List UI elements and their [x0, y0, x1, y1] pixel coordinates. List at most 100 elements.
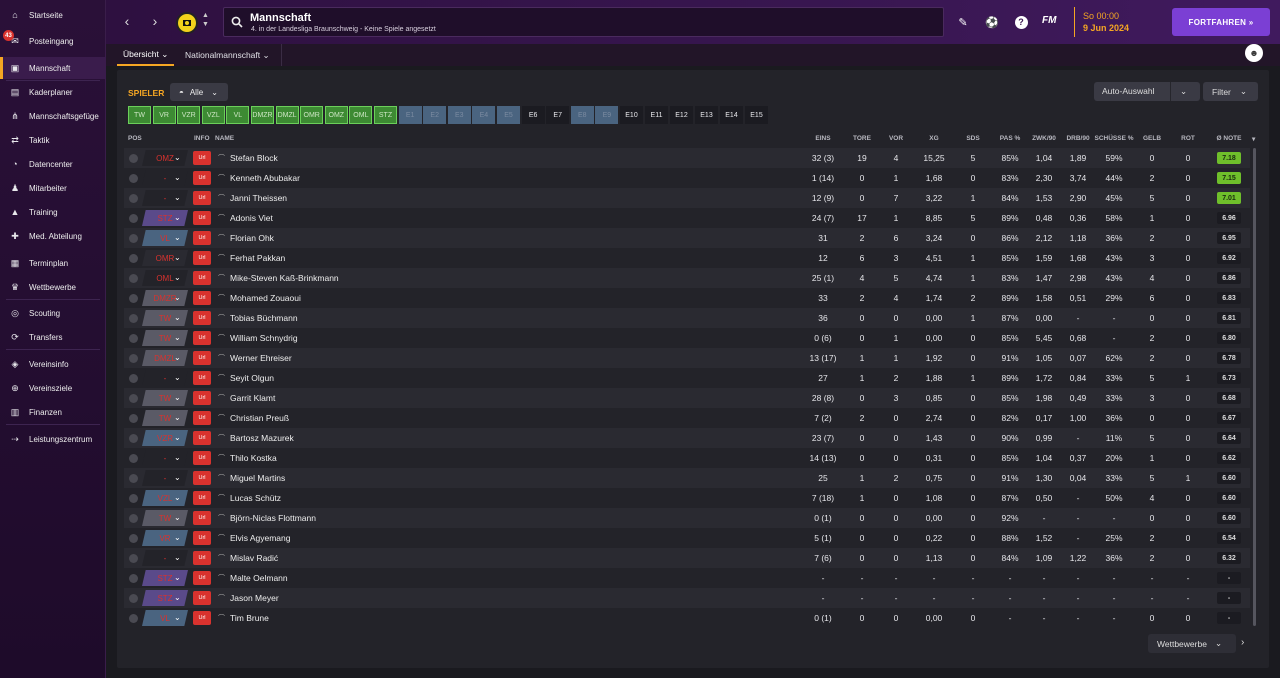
table-row[interactable]: - ⌄ Url ⌒ Miguel Martins 25 1 2 0,75 0 91% 1,30 0,04… — [124, 468, 1250, 488]
select-checkbox[interactable] — [129, 614, 138, 623]
chevron-down-icon[interactable]: ⌄ — [174, 213, 181, 222]
chevron-down-icon[interactable]: ⌄ — [174, 433, 181, 442]
col-tore[interactable]: TORE — [853, 135, 871, 142]
col-pas[interactable]: PAS % — [1000, 135, 1020, 142]
position-button-e5[interactable]: E5 — [497, 106, 520, 124]
position-button-e11[interactable]: E11 — [645, 106, 668, 124]
position-button-omr[interactable]: OMR — [300, 106, 324, 124]
col-note[interactable]: Ø NOTE — [1217, 135, 1242, 142]
chevron-down-icon[interactable]: ⌄ — [174, 193, 181, 202]
filter-dropdown[interactable]: Filter ⌄ — [1203, 82, 1258, 101]
player-name[interactable]: Tobias Büchmann — [230, 313, 298, 323]
col-pos[interactable]: POS — [128, 135, 142, 142]
chevron-down-icon[interactable]: ⌄ — [174, 233, 181, 242]
col-info[interactable]: INFO — [194, 135, 210, 142]
position-button-vr[interactable]: VR — [152, 106, 176, 124]
position-selector-cell[interactable]: TW — [142, 410, 188, 426]
select-checkbox[interactable] — [129, 194, 138, 203]
position-selector-cell[interactable]: - — [142, 450, 188, 466]
sidebar-item-transfers[interactable]: ⟳ Transfers — [0, 326, 106, 348]
position-selector-cell[interactable]: STZ — [142, 590, 188, 606]
select-checkbox[interactable] — [129, 534, 138, 543]
club-switch-icon[interactable]: ▲ ▼ — [202, 11, 209, 29]
chevron-down-icon[interactable]: ⌄ — [174, 613, 181, 622]
sidebar-item-finanzen[interactable]: ▥ Finanzen — [0, 401, 106, 423]
col-rot[interactable]: ROT — [1181, 135, 1195, 142]
col-xg[interactable]: XG — [929, 135, 938, 142]
table-row[interactable]: STZ ⌄ Url ⌒ Malte Oelmann - - - - - - - - - - - - — [124, 568, 1250, 588]
sidebar-item-kaderplaner[interactable]: ▤ Kaderplaner — [0, 81, 106, 103]
player-name[interactable]: Malte Oelmann — [230, 573, 288, 583]
table-row[interactable]: DMZR ⌄ Url ⌒ Mohamed Zouaoui 33 2 4 1,74 2 89% 1,58… — [124, 288, 1250, 308]
sidebar-item-scouting[interactable]: ◎ Scouting — [0, 302, 106, 324]
table-row[interactable]: OMZ ⌄ Url ⌒ Stefan Block 32 (3) 19 4 15,25 5 85% 1,… — [124, 148, 1250, 168]
chevron-down-icon[interactable]: ⌄ — [174, 393, 181, 402]
player-name[interactable]: Janni Theissen — [230, 193, 287, 203]
player-name[interactable]: Stefan Block — [230, 153, 278, 163]
player-name[interactable]: Björn-Niclas Flottmann — [230, 513, 316, 523]
sidebar-item-mannschaft[interactable]: ▣ Mannschaft — [0, 57, 106, 79]
tab-nationalmannschaft[interactable]: Nationalmannschaft ⌄ — [185, 44, 270, 66]
auto-select-button[interactable]: Auto-Auswahl ⌄ — [1094, 82, 1200, 101]
position-selector-cell[interactable]: TW — [142, 390, 188, 406]
player-name[interactable]: Tim Brune — [230, 613, 269, 623]
chevron-down-icon[interactable]: ⌄ — [174, 573, 181, 582]
select-checkbox[interactable] — [129, 434, 138, 443]
table-row[interactable]: - ⌄ Url ⌒ Kenneth Abubakar 1 (14) 0 1 1,68 0 83% 2,… — [124, 168, 1250, 188]
chevron-down-icon[interactable]: ⌄ — [174, 453, 181, 462]
chevron-down-icon[interactable]: ⌄ — [174, 173, 181, 182]
chevron-down-icon[interactable]: ⌄ — [174, 493, 181, 502]
player-name[interactable]: Ferhat Pakkan — [230, 253, 285, 263]
position-selector-cell[interactable]: VL — [142, 610, 188, 626]
position-button-e6[interactable]: E6 — [521, 106, 545, 124]
player-name[interactable]: Florian Ohk — [230, 233, 274, 243]
avatar[interactable]: ☻ — [1245, 44, 1263, 62]
position-button-omz[interactable]: OMZ — [324, 106, 348, 124]
table-row[interactable]: VL ⌄ Url ⌒ Tim Brune 0 (1) 0 0 0,00 0 - - - - 0 0 - — [124, 608, 1250, 628]
select-checkbox[interactable] — [129, 314, 138, 323]
player-name[interactable]: Kenneth Abubakar — [230, 173, 300, 183]
sidebar-item-wettbewerbe[interactable]: ♛ Wettbewerbe — [0, 276, 106, 298]
sidebar-item-vereinsziele[interactable]: ⊕ Vereinsziele — [0, 377, 106, 399]
col-vor[interactable]: VOR — [889, 135, 903, 142]
player-name[interactable]: Garrit Klamt — [230, 393, 275, 403]
select-checkbox[interactable] — [129, 474, 138, 483]
chevron-down-icon[interactable]: ⌄ — [174, 553, 181, 562]
select-checkbox[interactable] — [129, 514, 138, 523]
sidebar-item-taktik[interactable]: ⇄ Taktik — [0, 129, 106, 151]
position-button-e12[interactable]: E12 — [670, 106, 693, 124]
table-row[interactable]: TW ⌄ Url ⌒ Garrit Klamt 28 (8) 0 3 0,85 0 85% 1,98 0… — [124, 388, 1250, 408]
position-button-vzl[interactable]: VZL — [201, 106, 225, 124]
position-button-dmzr[interactable]: DMZR — [251, 106, 274, 124]
chevron-down-icon[interactable]: ⌄ — [174, 153, 181, 162]
chevron-down-icon[interactable]: ⌄ — [174, 473, 181, 482]
select-checkbox[interactable] — [129, 174, 138, 183]
position-selector-cell[interactable]: OML — [142, 270, 188, 286]
position-selector-cell[interactable]: TW — [142, 330, 188, 346]
position-selector-cell[interactable]: VL — [142, 230, 188, 246]
position-selector-cell[interactable]: VZL — [142, 490, 188, 506]
sidebar-item-leistungszentrum[interactable]: ⇢ Leistungszentrum — [0, 428, 106, 450]
club-crest-icon[interactable] — [176, 12, 198, 34]
table-row[interactable]: TW ⌄ Url ⌒ Björn-Niclas Flottmann 0 (1) 0 0 0,00… — [124, 508, 1250, 528]
back-arrow-icon[interactable]: ‹ — [118, 12, 136, 30]
col-schuesse[interactable]: SCHÜSSE % — [1094, 135, 1133, 142]
chevron-down-icon[interactable]: ⌄ — [174, 593, 181, 602]
sidebar-item-mitarbeiter[interactable]: ♟ Mitarbeiter — [0, 177, 106, 199]
continue-button[interactable]: FORTFAHREN » — [1172, 8, 1270, 36]
forward-arrow-icon[interactable]: › — [146, 12, 164, 30]
select-checkbox[interactable] — [129, 154, 138, 163]
table-row[interactable]: - ⌄ Url ⌒ Seyit Olgun 27 1 2 1,88 1 89% 1,72 0,84 33%… — [124, 368, 1250, 388]
position-button-oml[interactable]: OML — [349, 106, 373, 124]
col-drb[interactable]: DRB/90 — [1066, 135, 1089, 142]
select-checkbox[interactable] — [129, 594, 138, 603]
position-button-tw[interactable]: TW — [128, 106, 151, 124]
sidebar-item-datencenter[interactable]: ◔ Datencenter — [0, 153, 106, 175]
select-checkbox[interactable] — [129, 214, 138, 223]
col-name[interactable]: NAME — [215, 135, 234, 142]
table-row[interactable]: TW ⌄ Url ⌒ William Schnydrig 0 (6) 0 1 0,00 0 85% 5… — [124, 328, 1250, 348]
position-button-e3[interactable]: E3 — [447, 106, 471, 124]
select-checkbox[interactable] — [129, 254, 138, 263]
select-checkbox[interactable] — [129, 454, 138, 463]
position-selector-cell[interactable]: STZ — [142, 570, 188, 586]
